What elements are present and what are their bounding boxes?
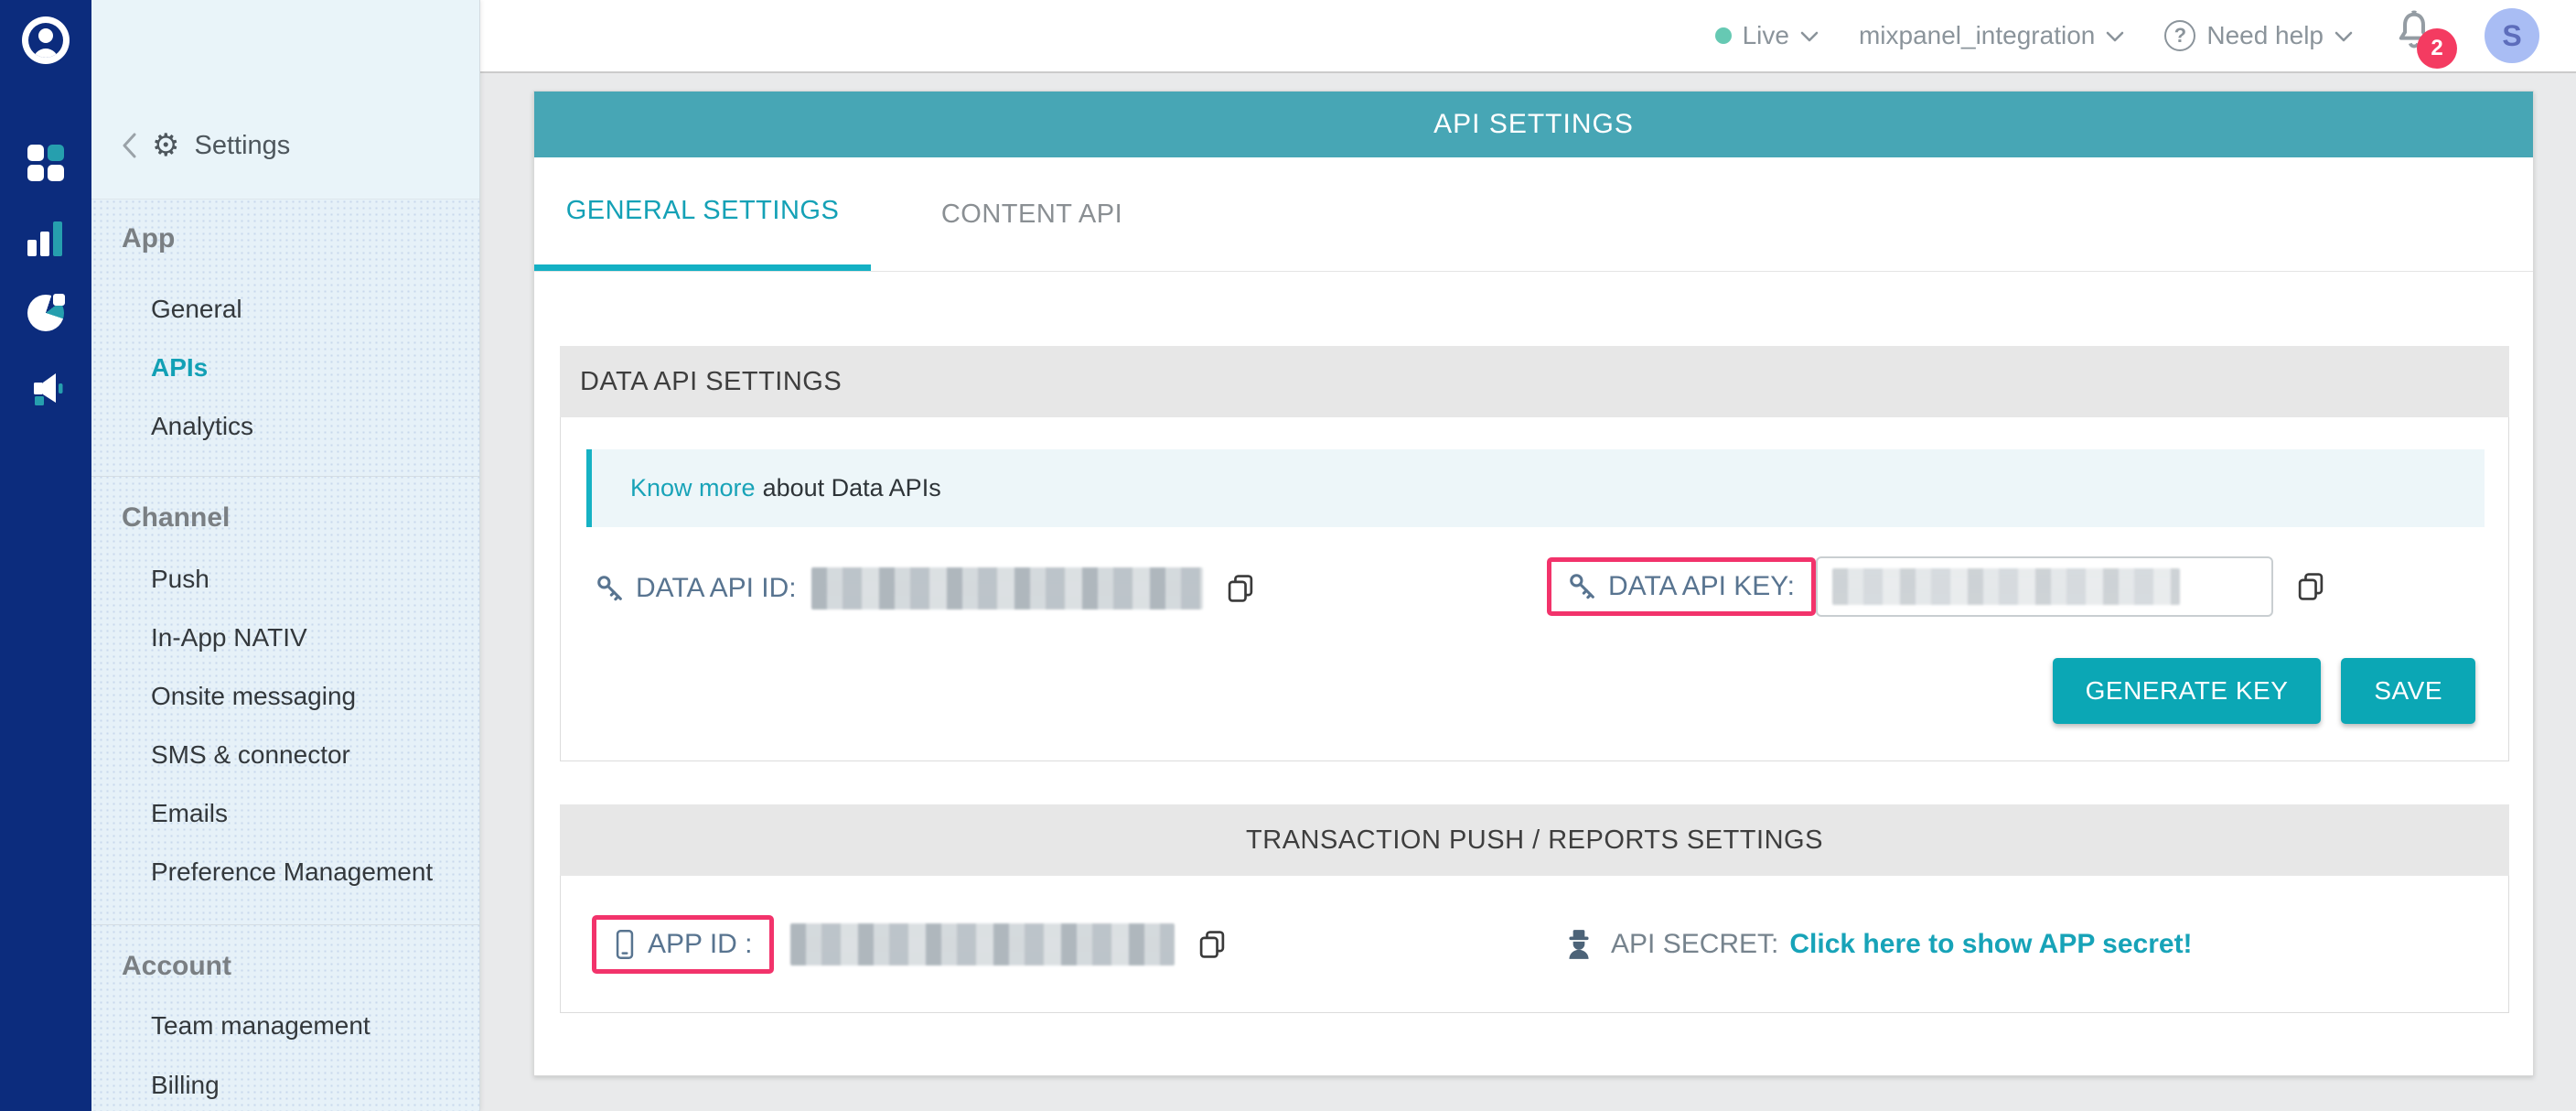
sidebar-item-apis[interactable]: APIs bbox=[151, 353, 208, 383]
api-secret-row: API SECRET: Click here to show APP secre… bbox=[1562, 876, 2193, 1013]
know-more-info-bar: Know more about Data APIs bbox=[586, 449, 2485, 527]
api-secret-label: API SECRET: bbox=[1611, 929, 1778, 960]
settings-sidebar: ⚙ Settings App General APIs Analytics Ch… bbox=[91, 0, 480, 1111]
top-header-bar: Live mixpanel_integration ? Need help 2 … bbox=[480, 0, 2576, 73]
data-api-settings-body: Know more about Data APIs DATA API ID: bbox=[560, 417, 2509, 761]
transaction-settings-header: TRANSACTION PUSH / REPORTS SETTINGS bbox=[560, 804, 2509, 876]
campaigns-megaphone-icon[interactable] bbox=[27, 368, 64, 404]
copy-data-api-id-icon[interactable] bbox=[1223, 571, 1258, 606]
mobile-phone-icon bbox=[613, 929, 637, 960]
chevron-down-icon bbox=[1800, 30, 1819, 42]
project-selector[interactable]: mixpanel_integration bbox=[1859, 21, 2124, 50]
sidebar-title: Settings bbox=[194, 131, 290, 161]
app-id-row: APP ID : bbox=[592, 876, 1229, 1013]
need-help-label: Need help bbox=[2206, 21, 2324, 50]
project-name: mixpanel_integration bbox=[1859, 21, 2095, 50]
tab-bar: GENERAL SETTINGS CONTENT API bbox=[534, 157, 2533, 272]
panel-title-banner: API SETTINGS bbox=[534, 92, 2533, 157]
environment-selector[interactable]: Live bbox=[1715, 21, 1819, 50]
sidebar-divider bbox=[91, 476, 480, 477]
key-icon bbox=[1568, 572, 1597, 601]
generate-key-button[interactable]: GENERATE KEY bbox=[2053, 658, 2322, 724]
app-id-label: APP ID : bbox=[648, 929, 753, 960]
data-api-id-row: DATA API ID: bbox=[596, 556, 1258, 620]
segments-pie-icon[interactable] bbox=[27, 295, 64, 331]
sidebar-item-sms-connector[interactable]: SMS & connector bbox=[151, 740, 350, 770]
page-title: API SETTINGS bbox=[1433, 109, 1634, 140]
know-more-text: about Data APIs bbox=[763, 474, 941, 502]
tab-general-settings[interactable]: GENERAL SETTINGS bbox=[534, 157, 871, 271]
sidebar-item-team-management[interactable]: Team management bbox=[151, 1011, 370, 1041]
moengage-logo-icon[interactable] bbox=[22, 16, 70, 64]
data-api-key-input[interactable] bbox=[1816, 556, 2273, 617]
app-id-highlight-box: APP ID : bbox=[592, 915, 774, 974]
section-label-channel: Channel bbox=[122, 502, 230, 534]
transaction-settings-body: APP ID : API SECRET: bbox=[560, 876, 2509, 1013]
copy-app-id-icon[interactable] bbox=[1195, 927, 1229, 962]
sidebar-item-general[interactable]: General bbox=[151, 295, 242, 324]
data-api-id-redacted-value bbox=[811, 567, 1203, 609]
back-chevron-icon[interactable] bbox=[122, 133, 137, 158]
app-id-redacted-value bbox=[790, 923, 1175, 965]
sidebar-item-analytics[interactable]: Analytics bbox=[151, 412, 253, 441]
sidebar-item-inapp-nativ[interactable]: In-App NATIV bbox=[151, 623, 307, 653]
logo-person-icon bbox=[28, 23, 63, 58]
notification-badge: 2 bbox=[2417, 28, 2457, 69]
notifications-button[interactable]: 2 bbox=[2393, 8, 2444, 63]
sidebar-divider bbox=[91, 924, 480, 925]
transaction-settings-section: TRANSACTION PUSH / REPORTS SETTINGS APP … bbox=[560, 804, 2509, 1013]
section-label-app: App bbox=[122, 223, 175, 254]
data-api-id-label: DATA API ID: bbox=[636, 573, 797, 604]
gear-icon: ⚙ bbox=[152, 130, 179, 161]
live-label: Live bbox=[1743, 21, 1789, 50]
data-api-settings-section: DATA API SETTINGS Know more about Data A… bbox=[560, 346, 2509, 761]
key-actions: GENERATE KEY SAVE bbox=[2053, 658, 2475, 724]
data-api-settings-header: DATA API SETTINGS bbox=[560, 346, 2509, 417]
sidebar-item-preference-management[interactable]: Preference Management bbox=[151, 858, 433, 887]
sidebar-header: ⚙ Settings bbox=[91, 0, 479, 200]
sidebar-item-emails[interactable]: Emails bbox=[151, 799, 228, 828]
section-label-account: Account bbox=[122, 951, 231, 982]
chevron-down-icon bbox=[2106, 30, 2124, 42]
spy-secret-icon bbox=[1562, 927, 1596, 962]
sidebar-item-push[interactable]: Push bbox=[151, 565, 209, 594]
data-api-key-row: DATA API KEY: bbox=[1547, 527, 2328, 646]
show-app-secret-link[interactable]: Click here to show APP secret! bbox=[1789, 929, 2192, 960]
data-api-key-redacted-value bbox=[1832, 568, 2180, 605]
copy-data-api-key-icon[interactable] bbox=[2293, 569, 2328, 604]
data-api-key-label: DATA API KEY: bbox=[1608, 571, 1795, 602]
api-settings-panel: API SETTINGS GENERAL SETTINGS CONTENT AP… bbox=[533, 91, 2534, 1076]
data-api-key-highlight-box: DATA API KEY: bbox=[1547, 557, 1816, 616]
know-more-link[interactable]: Know more bbox=[630, 474, 756, 502]
user-avatar[interactable]: S bbox=[2485, 8, 2539, 63]
nav-rail bbox=[0, 0, 91, 1111]
sidebar-item-billing[interactable]: Billing bbox=[151, 1071, 220, 1100]
help-question-icon: ? bbox=[2164, 20, 2195, 51]
tab-content-api[interactable]: CONTENT API bbox=[871, 157, 1193, 271]
sidebar-item-onsite-messaging[interactable]: Onsite messaging bbox=[151, 682, 356, 711]
key-icon bbox=[596, 574, 625, 603]
save-button[interactable]: SAVE bbox=[2341, 658, 2475, 724]
dashboard-grid-icon[interactable] bbox=[27, 145, 64, 181]
analytics-bars-icon[interactable] bbox=[27, 220, 64, 256]
need-help-menu[interactable]: ? Need help bbox=[2164, 20, 2353, 51]
live-status-dot bbox=[1715, 27, 1732, 44]
chevron-down-icon bbox=[2334, 30, 2353, 42]
